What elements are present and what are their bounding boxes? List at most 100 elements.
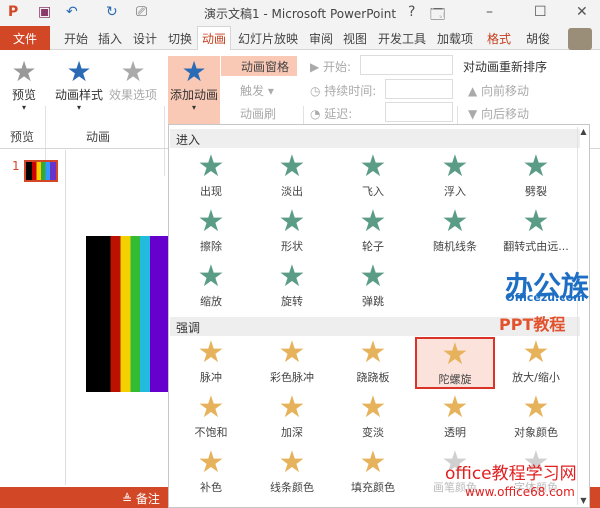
animation-painter-button[interactable]: 动画刷 — [240, 105, 276, 122]
preview-button[interactable]: ★ 预览 ▾ — [6, 55, 42, 113]
animation-star-icon: ★ — [522, 149, 550, 184]
preview-icon: ★ — [11, 55, 37, 88]
gallery-item[interactable]: ★ 飞入 — [333, 151, 413, 203]
user-name[interactable]: 胡俊 — [526, 30, 550, 47]
maximize-button[interactable]: ☐ — [534, 4, 547, 20]
gallery-item[interactable]: ★ 加深 — [252, 392, 332, 444]
star-icon: ★ — [66, 55, 92, 88]
animation-star-icon: ★ — [359, 149, 387, 184]
tab-review[interactable]: 审阅 — [309, 30, 333, 47]
start-dropdown[interactable] — [360, 55, 453, 75]
gallery-item[interactable]: ★ 彩色脉冲 — [252, 337, 332, 389]
star-icon: ★ — [120, 55, 146, 88]
tab-design[interactable]: 设计 — [133, 30, 157, 47]
animation-styles-button[interactable]: ★ 动画样式 ▾ — [52, 55, 106, 113]
gallery-item-label: 放大/缩小 — [512, 371, 560, 384]
gallery-item[interactable]: ★ 补色 — [171, 447, 251, 499]
gallery-item[interactable]: ★ 线条颜色 — [252, 447, 332, 499]
slide-content-image[interactable] — [86, 236, 168, 392]
animation-star-icon: ★ — [441, 390, 469, 425]
tab-view[interactable]: 视图 — [343, 30, 367, 47]
gallery-item[interactable]: ★ 弹跳 — [333, 261, 413, 313]
gallery-item[interactable]: ★ 缩放 — [171, 261, 251, 313]
minimize-button[interactable]: – — [486, 4, 493, 20]
animation-gallery: 进入 强调 ★ 出现 ★ 淡出 ★ 飞入 ★ 浮入 ★ 劈裂 ★ 擦除 ★ 形状 ★ 轮子 ★ 随机线条 ★ 翻转式由… — [168, 124, 590, 508]
animation-star-icon: ★ — [441, 204, 469, 239]
watermark-logo2-url: www.office68.com — [465, 485, 575, 499]
gallery-item-label: 补色 — [200, 481, 222, 494]
user-avatar[interactable] — [568, 28, 592, 50]
tab-addins[interactable]: 加载项 — [437, 30, 473, 47]
gallery-item[interactable]: ★ 对象颜色 — [496, 392, 576, 444]
add-animation-button[interactable]: ★ 添加动画 ▾ — [168, 56, 220, 124]
watermark-logo2: office教程学习网 — [445, 464, 577, 484]
scroll-down-icon[interactable]: ▼ — [578, 496, 589, 505]
help-button[interactable]: ? — [408, 4, 415, 20]
gallery-item[interactable]: ★ 跷跷板 — [333, 337, 413, 389]
animation-star-icon: ★ — [197, 149, 225, 184]
delay-input[interactable] — [385, 102, 453, 122]
gallery-item[interactable]: ★ 陀螺旋 — [415, 337, 495, 389]
tab-developer[interactable]: 开发工具 — [378, 30, 426, 47]
tab-format[interactable]: 格式 — [487, 30, 511, 47]
gallery-item[interactable]: ★ 出现 — [171, 151, 251, 203]
move-earlier-button[interactable]: ▲ 向前移动 — [468, 82, 529, 99]
tab-animations[interactable]: 动画 — [197, 26, 232, 51]
move-later-button[interactable]: ▼ 向后移动 — [468, 105, 529, 122]
animation-star-icon: ★ — [359, 390, 387, 425]
gallery-item[interactable]: ★ 放大/缩小 — [496, 337, 576, 389]
tab-insert[interactable]: 插入 — [98, 30, 122, 47]
animation-star-icon: ★ — [278, 390, 306, 425]
animation-star-icon: ★ — [359, 445, 387, 480]
gallery-item-label: 陀螺旋 — [438, 373, 472, 386]
scroll-up-icon[interactable]: ▲ — [578, 127, 589, 136]
gallery-item-label: 加深 — [281, 426, 303, 439]
animation-star-icon: ★ — [441, 149, 469, 184]
animation-pane-button[interactable]: 动画窗格 — [221, 56, 297, 76]
gallery-item[interactable]: ★ 淡出 — [252, 151, 332, 203]
tab-home[interactable]: 开始 — [64, 30, 88, 47]
gallery-item-label: 跷跷板 — [356, 371, 390, 384]
gallery-item[interactable]: ★ 翻转式由远... — [496, 206, 576, 258]
watermark-logo1-url: Officezu.com — [505, 291, 585, 304]
gallery-item[interactable]: ★ 填充颜色 — [333, 447, 413, 499]
trigger-button[interactable]: 触发 ▾ — [240, 82, 274, 99]
close-button[interactable]: ✕ — [576, 4, 588, 20]
animation-star-icon: ★ — [359, 259, 387, 294]
gallery-item[interactable]: ★ 脉冲 — [171, 337, 251, 389]
watermark-logo1-sub: PPT教程 — [499, 315, 566, 334]
ribbon-display-button[interactable]: 🗔 — [430, 4, 445, 28]
gallery-scrollbar[interactable]: ▲ ▼ — [577, 127, 589, 505]
group-label-animation: 动画 — [86, 130, 111, 144]
gallery-item[interactable]: ★ 不饱和 — [171, 392, 251, 444]
gallery-item[interactable]: ★ 擦除 — [171, 206, 251, 258]
gallery-item-label: 旋转 — [281, 295, 303, 308]
duration-input[interactable] — [385, 79, 453, 99]
gallery-item[interactable]: ★ 劈裂 — [496, 151, 576, 203]
animation-star-icon: ★ — [359, 335, 387, 370]
gallery-item-label: 填充颜色 — [351, 481, 395, 494]
gallery-item[interactable]: ★ 随机线条 — [415, 206, 495, 258]
gallery-item[interactable]: ★ 变淡 — [333, 392, 413, 444]
delay-label: ◔ 延迟: — [310, 107, 353, 121]
gallery-item[interactable]: ★ 旋转 — [252, 261, 332, 313]
tab-file[interactable]: 文件 — [0, 26, 50, 50]
entrance-header: 进入 — [170, 129, 580, 148]
gallery-item[interactable]: ★ 浮入 — [415, 151, 495, 203]
notes-button[interactable]: ≜ 备注 — [122, 490, 160, 507]
effect-options-button[interactable]: ★ 效果选项 — [106, 58, 160, 103]
gallery-item[interactable]: ★ 形状 — [252, 206, 332, 258]
gallery-item-label: 弹跳 — [362, 295, 384, 308]
animation-star-icon: ★ — [278, 259, 306, 294]
gallery-item-label: 擦除 — [200, 240, 222, 253]
gallery-item[interactable]: ★ 轮子 — [333, 206, 413, 258]
tab-transitions[interactable]: 切换 — [168, 30, 192, 47]
slide-thumbnail[interactable] — [24, 160, 58, 182]
animation-star-icon: ★ — [359, 204, 387, 239]
gallery-item-label: 轮子 — [362, 240, 384, 253]
gallery-item[interactable]: ★ 透明 — [415, 392, 495, 444]
animation-star-icon: ★ — [197, 335, 225, 370]
gallery-item-label: 出现 — [200, 185, 222, 198]
duration-label: ◷ 持续时间: — [310, 84, 377, 98]
tab-slideshow[interactable]: 幻灯片放映 — [238, 30, 298, 47]
